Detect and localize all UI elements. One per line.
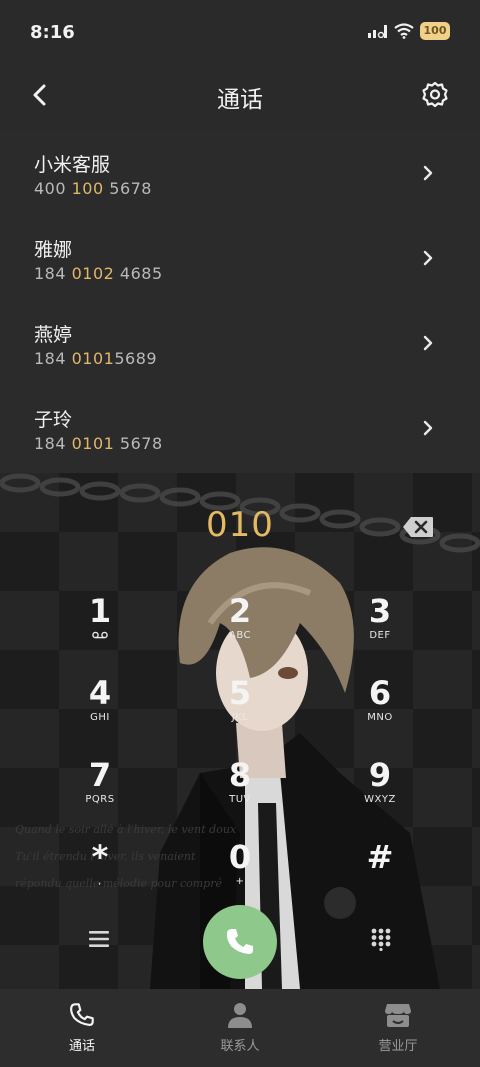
key-letters: JKL	[231, 712, 249, 723]
status-time: 8:16	[30, 22, 75, 43]
chevron-right-icon	[423, 335, 433, 351]
header: 通话	[0, 68, 480, 122]
key-8[interactable]: 8 TUV	[180, 757, 300, 829]
key-letters: ABC	[228, 630, 251, 641]
contact-name: 燕婷	[34, 324, 73, 346]
contact-name: 雅娜	[34, 239, 73, 261]
contact-number: 400 100 5678	[34, 179, 152, 198]
status-bar: 8:16 100	[0, 0, 480, 68]
wifi-icon	[394, 23, 414, 39]
contact-name: 子玲	[34, 409, 73, 431]
call-button[interactable]	[203, 905, 277, 979]
key-1[interactable]: 1	[40, 593, 160, 665]
key-star[interactable]: * ,	[40, 839, 160, 911]
status-icons: 100	[368, 22, 450, 40]
voicemail-icon	[92, 631, 108, 639]
key-digit: 6	[368, 674, 392, 712]
dialpad-toggle-icon[interactable]	[370, 927, 392, 951]
battery-icon: 100	[420, 22, 450, 40]
chevron-right-icon	[423, 165, 433, 181]
list-item[interactable]: 燕婷 184 01015689	[0, 300, 480, 385]
backspace-icon[interactable]	[402, 516, 434, 538]
tab-calls[interactable]: 通话	[22, 1001, 142, 1054]
key-3[interactable]: 3 DEF	[320, 593, 440, 665]
chevron-right-icon	[423, 250, 433, 266]
key-digit: 7	[88, 756, 112, 794]
contact-name: 小米客服	[34, 154, 111, 176]
page-title: 通话	[217, 87, 263, 113]
key-letters: GHI	[90, 712, 110, 723]
contact-number: 184 0101 5678	[34, 434, 163, 453]
key-digit: #	[366, 838, 394, 876]
key-digit: 5	[228, 674, 252, 712]
key-letters: PQRS	[85, 794, 115, 805]
key-0[interactable]: 0 +	[180, 839, 300, 911]
dialer-panel: Quand le soir allé à l'hiver, le vent do…	[0, 473, 480, 989]
key-7[interactable]: 7 PQRS	[40, 757, 160, 829]
key-letters: MNO	[367, 712, 393, 723]
key-5[interactable]: 5 JKL	[180, 675, 300, 747]
tab-label: 通话	[68, 1039, 95, 1054]
tab-label: 营业厅	[378, 1039, 418, 1054]
contact-number: 184 0102 4685	[34, 264, 163, 283]
chevron-right-icon	[423, 420, 433, 436]
key-hash[interactable]: #	[320, 839, 440, 911]
gear-icon[interactable]	[420, 80, 450, 110]
key-letters: WXYZ	[364, 794, 396, 805]
key-letters: ,	[98, 876, 102, 887]
tab-label: 联系人	[220, 1039, 260, 1054]
tab-contacts[interactable]: 联系人	[180, 1001, 300, 1054]
key-digit: 1	[88, 592, 112, 630]
store-icon	[385, 1004, 411, 1027]
key-digit: 8	[228, 756, 252, 794]
signal-icon	[368, 25, 387, 38]
key-letters: DEF	[369, 630, 391, 641]
bottom-navigation: 通话 联系人 营业厅	[0, 989, 480, 1067]
list-item[interactable]: 子玲 184 0101 5678	[0, 385, 480, 470]
key-digit: 9	[368, 756, 392, 794]
key-6[interactable]: 6 MNO	[320, 675, 440, 747]
key-digit: *	[91, 838, 109, 876]
matched-contacts-list: 小米客服 400 100 5678 雅娜 184 0102 4685 燕婷 18…	[0, 130, 480, 473]
contact-number: 184 01015689	[34, 349, 158, 368]
phone-icon	[70, 1003, 94, 1026]
tab-store[interactable]: 营业厅	[338, 1001, 458, 1054]
contact-icon	[228, 1003, 252, 1028]
list-item[interactable]: 小米客服 400 100 5678	[0, 130, 480, 215]
phone-icon	[226, 929, 253, 954]
key-digit: 3	[368, 592, 392, 630]
key-digit: 2	[228, 592, 252, 630]
key-digit: 4	[88, 674, 112, 712]
key-4[interactable]: 4 GHI	[40, 675, 160, 747]
menu-icon[interactable]	[86, 928, 112, 950]
key-letters: TUV	[229, 794, 251, 805]
list-item[interactable]: 雅娜 184 0102 4685	[0, 215, 480, 300]
key-9[interactable]: 9 WXYZ	[320, 757, 440, 829]
key-letters: +	[235, 876, 245, 887]
key-digit: 0	[228, 838, 252, 876]
key-2[interactable]: 2 ABC	[180, 593, 300, 665]
